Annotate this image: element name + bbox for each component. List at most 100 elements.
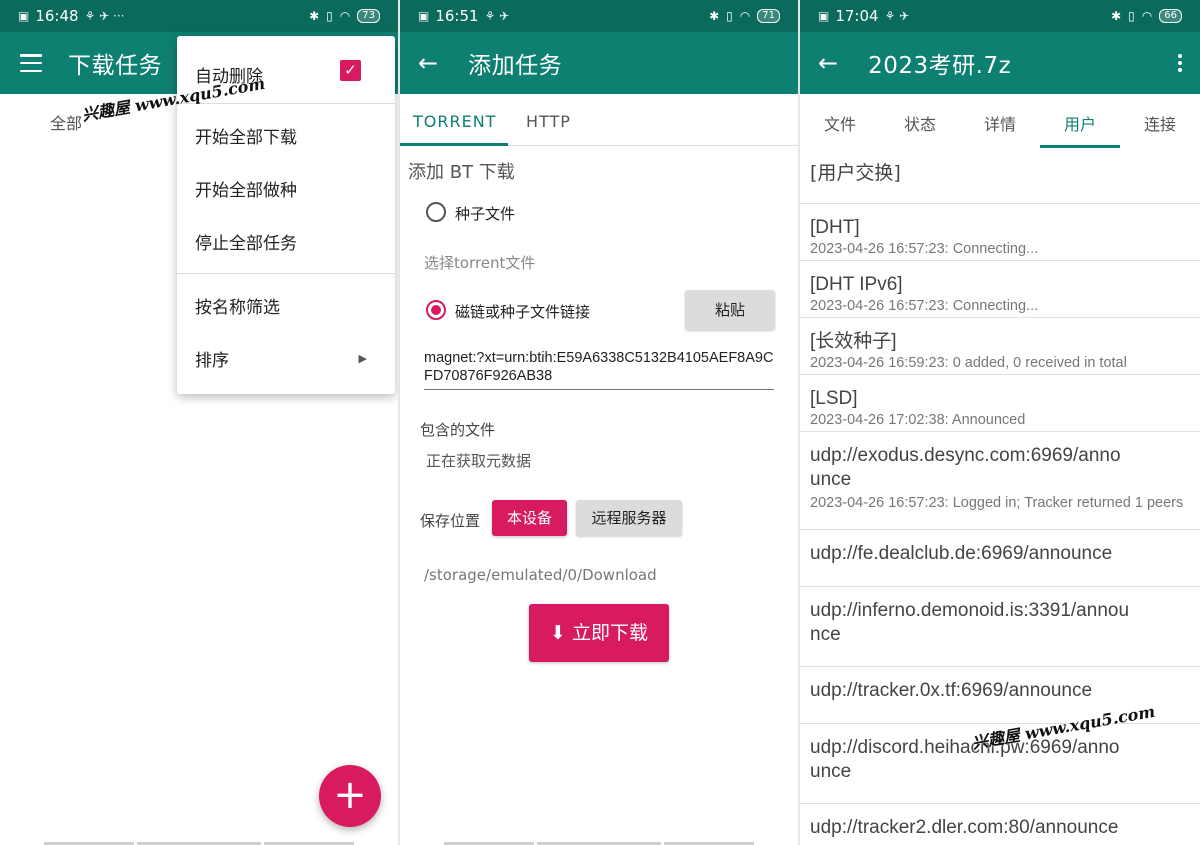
peer-exchange-heading: [用户交换] bbox=[810, 162, 901, 184]
menu-item-start-all-downloads[interactable]: 开始全部下载 bbox=[177, 109, 395, 161]
tab-http[interactable]: HTTP bbox=[526, 112, 571, 131]
sim-icon: ▣ bbox=[18, 9, 30, 23]
battery-icon: 66 bbox=[1159, 9, 1182, 23]
tab-bar: TORRENT HTTP bbox=[400, 94, 798, 146]
tab-connections[interactable]: 连接 bbox=[1144, 111, 1176, 135]
menu-item-label: 开始全部下载 bbox=[195, 127, 297, 148]
vibrate-icon: ▯ bbox=[726, 9, 733, 23]
tracker-row[interactable]: udp://fe.dealclub.de:6969/announce bbox=[800, 529, 1200, 585]
app-bar: ← 2023考研.7z bbox=[800, 32, 1200, 94]
tab-indicator bbox=[400, 143, 508, 146]
bluetooth-icon: ✱ bbox=[709, 9, 720, 23]
tracker-name: udp://exodus.desync.com:6969/announce bbox=[810, 445, 1121, 490]
status-bar: ▣ 16:48 ⚘ ✈ ··· ✱ ▯ ◠ 73 bbox=[0, 0, 398, 32]
tracker-status: 2023-04-26 16:57:23: Connecting... bbox=[810, 298, 1039, 314]
tracker-row[interactable]: [DHT] 2023-04-26 16:57:23: Connecting... bbox=[800, 203, 1200, 259]
menu-item-stop-all[interactable]: 停止全部任务 bbox=[177, 215, 395, 267]
paste-button[interactable]: 粘贴 bbox=[685, 290, 775, 330]
status-time: 17:04 bbox=[835, 7, 879, 25]
magnet-input[interactable]: magnet:?xt=urn:btih:E59A6338C5132B4105AE… bbox=[424, 349, 774, 390]
tracker-name: udp://fe.dealclub.de:6969/announce bbox=[810, 543, 1113, 564]
tracker-row[interactable]: udp://tracker2.dler.com:80/announce bbox=[800, 803, 1200, 845]
tracker-name: udp://discord.heihachi.pw:6969/announce bbox=[810, 737, 1120, 782]
notification-icons: ⚘ ✈ bbox=[884, 9, 910, 23]
menu-item-label: 按名称筛选 bbox=[195, 297, 280, 318]
save-location-label: 保存位置 bbox=[420, 512, 481, 530]
battery-icon: 71 bbox=[757, 9, 780, 23]
battery-icon: 73 bbox=[357, 9, 380, 23]
tracker-name: [DHT] bbox=[810, 217, 860, 238]
select-torrent-link[interactable]: 选择torrent文件 bbox=[424, 252, 535, 273]
radio-magnet-label: 磁链或种子文件链接 bbox=[455, 303, 591, 321]
tab-all[interactable]: 全部 bbox=[50, 110, 82, 134]
section-heading: 添加 BT 下载 bbox=[408, 162, 515, 183]
files-label: 包含的文件 bbox=[420, 421, 496, 439]
page-title: 添加任务 bbox=[468, 53, 563, 79]
tab-details[interactable]: 详情 bbox=[984, 111, 1016, 135]
menu-item-start-all-seeding[interactable]: 开始全部做种 bbox=[177, 162, 395, 214]
tracker-row[interactable]: [DHT IPv6] 2023-04-26 16:57:23: Connecti… bbox=[800, 260, 1200, 316]
back-arrow-icon[interactable]: ← bbox=[818, 49, 838, 77]
download-tasks-screen: ▣ 16:48 ⚘ ✈ ··· ✱ ▯ ◠ 73 下载任务 全部 自动删除 ✓ … bbox=[0, 0, 398, 845]
tracker-status: 2023-04-26 17:02:38: Announced bbox=[810, 412, 1026, 428]
status-time: 16:51 bbox=[435, 7, 479, 25]
bluetooth-icon: ✱ bbox=[1111, 9, 1122, 23]
bluetooth-icon: ✱ bbox=[309, 9, 320, 23]
menu-item-label: 排序 bbox=[195, 350, 229, 371]
status-time: 16:48 bbox=[35, 7, 79, 25]
radio-torrent-file[interactable] bbox=[426, 202, 446, 222]
tracker-name: [长效种子] bbox=[810, 331, 897, 352]
tracker-row[interactable]: udp://inferno.demonoid.is:3391/announce bbox=[800, 586, 1200, 665]
tracker-name: [DHT IPv6] bbox=[810, 274, 903, 295]
menu-item-label: 停止全部任务 bbox=[195, 233, 297, 254]
download-icon: ⬇ bbox=[550, 622, 566, 644]
tracker-status: 2023-04-26 16:59:23: 0 added, 0 received… bbox=[810, 355, 1127, 371]
fetching-status: 正在获取元数据 bbox=[426, 452, 532, 470]
tab-status[interactable]: 状态 bbox=[904, 111, 936, 135]
tab-bar: 文件 状态 详情 用户 连接 bbox=[800, 94, 1200, 148]
notification-icons: ⚘ ✈ bbox=[484, 9, 510, 23]
tracker-status: 2023-04-26 16:57:23: Logged in; Tracker … bbox=[810, 495, 1184, 511]
tracker-row[interactable]: [LSD] 2023-04-26 17:02:38: Announced bbox=[800, 374, 1200, 430]
tracker-row[interactable]: udp://exodus.desync.com:6969/announce 20… bbox=[800, 431, 1200, 528]
menu-item-filter-by-name[interactable]: 按名称筛选 bbox=[177, 279, 395, 331]
tab-peers[interactable]: 用户 bbox=[1064, 111, 1096, 135]
task-detail-screen: ▣ 17:04 ⚘ ✈ ✱ ▯ ◠ 66 ← 2023考研.7z 文件 状态 详… bbox=[800, 0, 1200, 845]
tab-files[interactable]: 文件 bbox=[824, 111, 856, 135]
remote-server-button[interactable]: 远程服务器 bbox=[576, 500, 682, 536]
download-now-button[interactable]: ⬇ 立即下载 bbox=[529, 604, 669, 662]
menu-item-label: 开始全部做种 bbox=[195, 180, 297, 201]
local-device-button[interactable]: 本设备 bbox=[492, 500, 567, 536]
tracker-name: udp://inferno.demonoid.is:3391/announce bbox=[810, 600, 1130, 645]
tracker-name: [LSD] bbox=[810, 388, 858, 409]
menu-icon[interactable] bbox=[20, 54, 42, 72]
radio-torrent-label: 种子文件 bbox=[455, 205, 516, 223]
more-options-icon[interactable] bbox=[1178, 54, 1182, 72]
tracker-status: 2023-04-26 16:57:23: Connecting... bbox=[810, 241, 1039, 257]
back-arrow-icon[interactable]: ← bbox=[418, 49, 438, 77]
save-path[interactable]: /storage/emulated/0/Download bbox=[424, 566, 657, 584]
sim-icon: ▣ bbox=[818, 9, 830, 23]
checkbox-icon[interactable]: ✓ bbox=[340, 60, 361, 81]
status-bar: ▣ 17:04 ⚘ ✈ ✱ ▯ ◠ 66 bbox=[800, 0, 1200, 32]
wifi-icon: ◠ bbox=[1141, 9, 1153, 23]
status-bar: ▣ 16:51 ⚘ ✈ ✱ ▯ ◠ 71 bbox=[400, 0, 798, 32]
add-task-screen: ▣ 16:51 ⚘ ✈ ✱ ▯ ◠ 71 ← 添加任务 TORRENT HTTP… bbox=[400, 0, 798, 845]
page-title: 2023考研.7z bbox=[868, 53, 1012, 79]
add-task-button[interactable]: + bbox=[319, 765, 381, 827]
sim-icon: ▣ bbox=[418, 9, 430, 23]
tab-torrent[interactable]: TORRENT bbox=[413, 112, 496, 131]
page-title: 下载任务 bbox=[68, 53, 162, 79]
vibrate-icon: ▯ bbox=[326, 9, 333, 23]
vibrate-icon: ▯ bbox=[1128, 9, 1135, 23]
menu-item-sort[interactable]: 排序 ▶ bbox=[177, 332, 395, 384]
wifi-icon: ◠ bbox=[339, 9, 351, 23]
download-now-label: 立即下载 bbox=[571, 622, 648, 644]
chevron-right-icon: ▶ bbox=[358, 351, 367, 365]
tab-indicator bbox=[1040, 145, 1120, 148]
tracker-row[interactable]: [长效种子] 2023-04-26 16:59:23: 0 added, 0 r… bbox=[800, 317, 1200, 373]
radio-magnet[interactable] bbox=[426, 300, 446, 320]
tracker-name: udp://tracker2.dler.com:80/announce bbox=[810, 817, 1119, 838]
notification-icons: ⚘ ✈ ··· bbox=[84, 9, 125, 23]
menu-divider bbox=[177, 273, 395, 274]
